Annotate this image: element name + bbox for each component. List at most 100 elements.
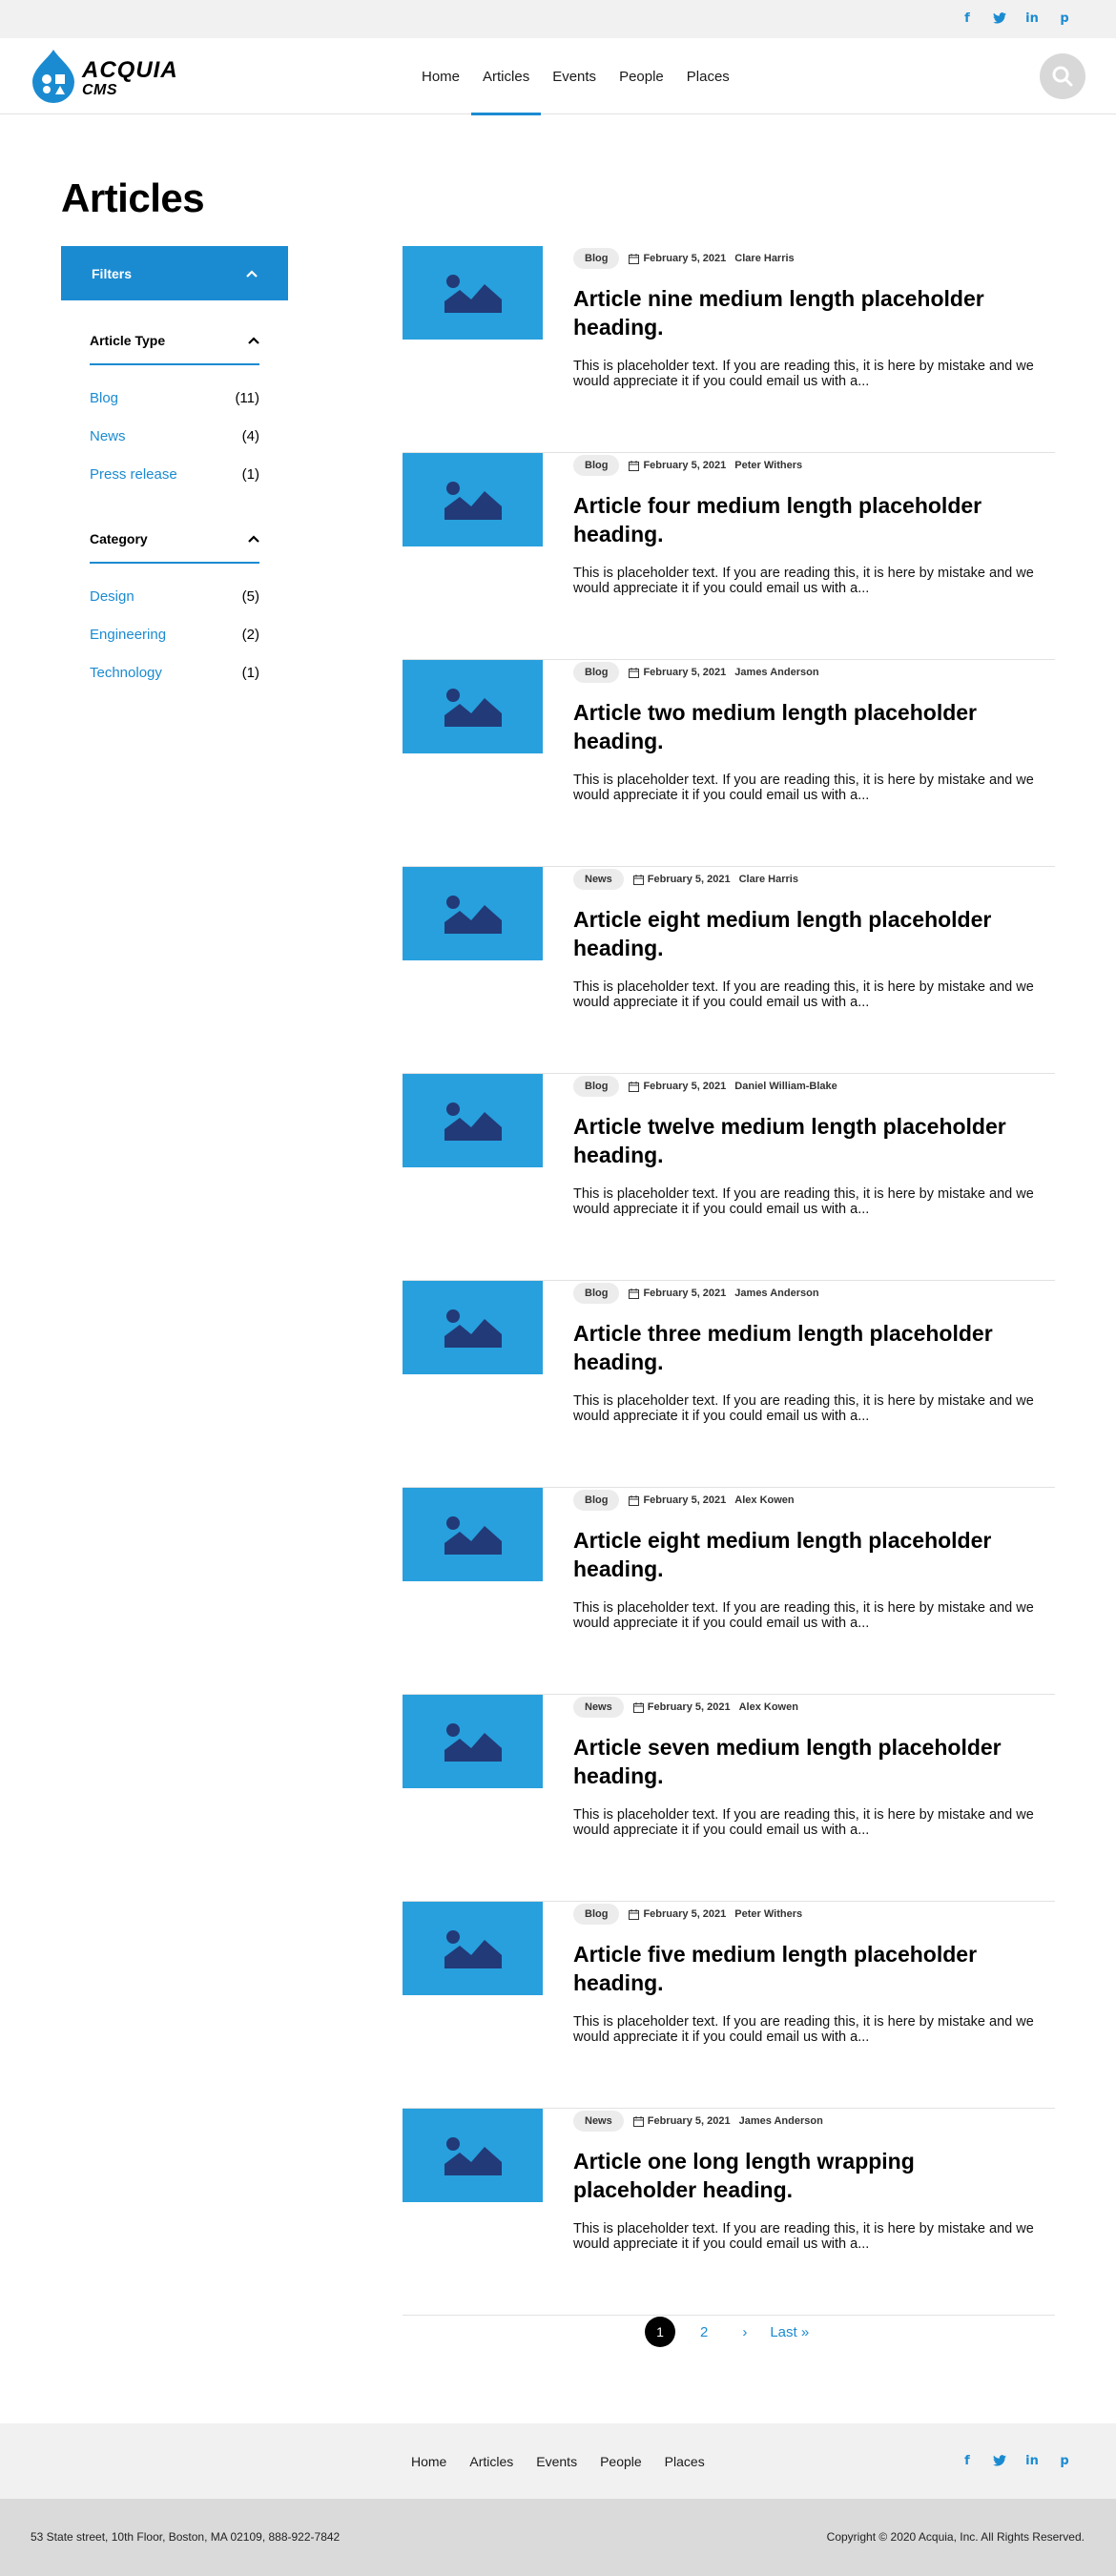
article-meta: News February 5, 2021 James Anderson	[573, 2111, 823, 2132]
facet-item-press-release[interactable]: Press release (1)	[90, 455, 259, 493]
footer-nav-articles[interactable]: Articles	[458, 2454, 525, 2469]
facet-item-technology[interactable]: Technology (1)	[90, 653, 259, 691]
image-placeholder-icon	[444, 1930, 502, 1968]
calendar-icon	[632, 874, 644, 885]
article-meta: News February 5, 2021 Alex Kowen	[573, 1697, 798, 1718]
twitter-icon[interactable]	[992, 2453, 1007, 2468]
facet-item-blog[interactable]: Blog (11)	[90, 379, 259, 417]
article-list: Blog February 5, 2021 Clare Harris Artic…	[403, 246, 1055, 2316]
image-placeholder-icon	[444, 689, 502, 727]
footer-nav-events[interactable]: Events	[525, 2454, 589, 2469]
article-type-badge: Blog	[573, 455, 620, 476]
calendar-icon	[632, 2115, 644, 2127]
pinterest-icon[interactable]: p	[1057, 2453, 1072, 2468]
article-card: Blog February 5, 2021 Clare Harris Artic…	[403, 246, 1055, 453]
article-image-placeholder[interactable]	[403, 1695, 543, 1788]
facet-item-design[interactable]: Design (5)	[90, 577, 259, 615]
filters-toggle[interactable]: Filters	[61, 246, 288, 300]
article-image-placeholder[interactable]	[403, 1902, 543, 1995]
article-image-placeholder[interactable]	[403, 1488, 543, 1581]
facet-count: (5)	[241, 587, 259, 605]
facet-label: Press release	[90, 465, 177, 483]
linkedin-icon[interactable]: in	[1024, 2453, 1040, 2468]
article-title-link[interactable]: Article four medium length placeholder h…	[573, 491, 1041, 548]
nav-articles[interactable]: Articles	[471, 38, 542, 115]
article-title-link[interactable]: Article nine medium length placeholder h…	[573, 284, 1041, 341]
facet-header-article-type[interactable]: Article Type	[90, 318, 259, 365]
facet-label: Design	[90, 587, 134, 605]
article-author: Clare Harris	[738, 874, 798, 885]
brand-line2: CMS	[82, 82, 118, 98]
page-title: Articles	[61, 175, 205, 220]
article-date-text: February 5, 2021	[643, 1288, 727, 1299]
linkedin-icon[interactable]: in	[1024, 10, 1040, 26]
article-title-link[interactable]: Article eight medium length placeholder …	[573, 905, 1041, 962]
article-date-text: February 5, 2021	[643, 253, 727, 264]
article-title-link[interactable]: Article seven medium length placeholder …	[573, 1733, 1041, 1790]
article-excerpt: This is placeholder text. If you are rea…	[573, 2014, 1034, 2045]
pagination-next[interactable]: ›	[742, 2324, 747, 2340]
article-date: February 5, 2021	[629, 460, 726, 471]
article-title-link[interactable]: Article two medium length placeholder he…	[573, 698, 1041, 755]
image-placeholder-icon	[444, 482, 502, 520]
article-meta: Blog February 5, 2021 James Anderson	[573, 662, 819, 683]
calendar-icon	[629, 253, 640, 264]
article-image-placeholder[interactable]	[403, 867, 543, 960]
footer-nav-home[interactable]: Home	[400, 2454, 458, 2469]
article-card: Blog February 5, 2021 James Anderson Art…	[403, 1281, 1055, 1488]
facet-count: (11)	[235, 389, 259, 406]
pinterest-icon[interactable]: p	[1057, 10, 1072, 26]
article-type-badge: Blog	[573, 248, 620, 269]
nav-events[interactable]: Events	[541, 38, 608, 114]
chevron-up-icon	[246, 269, 258, 278]
article-author: Peter Withers	[734, 460, 803, 471]
pagination-last[interactable]: Last »	[770, 2324, 809, 2340]
nav-people[interactable]: People	[608, 38, 675, 114]
article-image-placeholder[interactable]	[403, 660, 543, 753]
facebook-icon[interactable]: f	[960, 10, 975, 26]
article-date-text: February 5, 2021	[647, 874, 731, 885]
search-icon	[1052, 66, 1073, 87]
footer-nav-places[interactable]: Places	[653, 2454, 716, 2469]
facet-item-engineering[interactable]: Engineering (2)	[90, 615, 259, 653]
article-excerpt: This is placeholder text. If you are rea…	[573, 1186, 1034, 1217]
article-meta: Blog February 5, 2021 Alex Kowen	[573, 1490, 795, 1511]
article-image-placeholder[interactable]	[403, 1074, 543, 1167]
facet-item-news[interactable]: News (4)	[90, 417, 259, 455]
article-date-text: February 5, 2021	[643, 1908, 727, 1920]
nav-home[interactable]: Home	[410, 38, 471, 114]
article-date-text: February 5, 2021	[643, 1494, 727, 1506]
article-excerpt: This is placeholder text. If you are rea…	[573, 1807, 1034, 1838]
pagination-page-2[interactable]: 2	[700, 2324, 708, 2340]
article-type-badge: News	[573, 2111, 624, 2132]
twitter-icon[interactable]	[992, 10, 1007, 26]
article-author: Peter Withers	[734, 1908, 803, 1920]
nav-places[interactable]: Places	[675, 38, 741, 114]
article-date-text: February 5, 2021	[647, 1701, 731, 1713]
article-title-link[interactable]: Article five medium length placeholder h…	[573, 1940, 1041, 1997]
article-title-link[interactable]: Article three medium length placeholder …	[573, 1319, 1041, 1376]
footer-top: Home Articles Events People Places f in …	[0, 2423, 1116, 2499]
image-placeholder-icon	[444, 1723, 502, 1762]
article-title-link[interactable]: Article one long length wrapping placeho…	[573, 2147, 1041, 2204]
article-image-placeholder[interactable]	[403, 1281, 543, 1374]
site-logo[interactable]: ACQUIA CMS	[31, 50, 177, 103]
pagination-current-page[interactable]: 1	[645, 2317, 675, 2347]
facet-header-category[interactable]: Category	[90, 516, 259, 564]
footer-nav-people[interactable]: People	[589, 2454, 653, 2469]
facet-article-type: Article Type Blog (11) News (4) Press rele…	[61, 318, 288, 499]
article-image-placeholder[interactable]	[403, 2109, 543, 2202]
article-image-placeholder[interactable]	[403, 246, 543, 340]
article-author: Daniel William-Blake	[734, 1081, 837, 1092]
article-image-placeholder[interactable]	[403, 453, 543, 546]
main-nav: Home Articles Events People Places	[410, 38, 741, 115]
article-title-link[interactable]: Article twelve medium length placeholder…	[573, 1112, 1041, 1169]
article-card: News February 5, 2021 Clare Harris Artic…	[403, 867, 1055, 1074]
search-button[interactable]	[1040, 53, 1085, 99]
facebook-icon[interactable]: f	[960, 2453, 975, 2468]
facet-count: (1)	[241, 465, 259, 483]
article-excerpt: This is placeholder text. If you are rea…	[573, 1393, 1034, 1424]
facet-count: (4)	[241, 427, 259, 444]
article-card: News February 5, 2021 Alex Kowen Article…	[403, 1695, 1055, 1902]
article-title-link[interactable]: Article eight medium length placeholder …	[573, 1526, 1041, 1583]
